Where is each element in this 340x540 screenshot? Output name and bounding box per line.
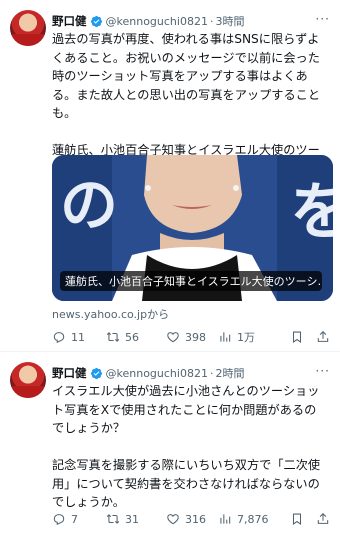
- retweet-icon: [106, 332, 120, 342]
- action-bar: 7 31 316 7,876: [52, 510, 330, 528]
- action-bar: 11 56 398 1万: [52, 328, 330, 346]
- tweet[interactable]: 野口健 @kennoguchi0821 · 2時間 ··· イスラエル大使が過去…: [0, 352, 340, 540]
- like-count: 398: [185, 330, 206, 344]
- tweet-text: イスラエル大使が過去に小池さんとのツーショット写真をXで使用されたことに何か問題…: [52, 384, 321, 509]
- bookmark-icon[interactable]: [290, 512, 304, 526]
- analytics-icon: [220, 332, 231, 342]
- avatar[interactable]: [10, 10, 46, 46]
- author-name[interactable]: 野口健: [52, 13, 87, 29]
- reply-icon: [53, 514, 65, 526]
- reply-count: 7: [71, 512, 78, 526]
- more-options-icon[interactable]: ···: [316, 12, 330, 26]
- retweet-count: 56: [125, 330, 139, 344]
- bookmark-icon[interactable]: [290, 330, 304, 344]
- verified-badge-icon: [90, 15, 102, 27]
- share-icon[interactable]: [316, 330, 330, 344]
- like-button[interactable]: 398: [166, 330, 218, 344]
- link-card[interactable]: の を 蓮舫氏、小池百合子知事とイスラエル大使のツーシ…: [52, 155, 333, 301]
- reply-button[interactable]: 11: [52, 330, 106, 344]
- svg-text:を: を: [290, 175, 333, 248]
- separator-dot: ·: [209, 14, 214, 28]
- action-bar-right: [290, 330, 330, 344]
- retweet-count: 31: [125, 512, 139, 526]
- retweet-button[interactable]: 31: [106, 512, 166, 526]
- timestamp[interactable]: 3時間: [215, 13, 244, 29]
- author-handle[interactable]: @kennoguchi0821: [106, 15, 208, 28]
- more-options-icon[interactable]: ···: [316, 364, 330, 378]
- tweet[interactable]: 野口健 @kennoguchi0821 · 3時間 ··· 過去の写真が再度、使…: [0, 0, 340, 351]
- verified-badge-icon: [90, 367, 102, 379]
- reply-count: 11: [71, 330, 85, 344]
- like-button[interactable]: 316: [166, 512, 218, 526]
- share-icon[interactable]: [316, 512, 330, 526]
- svg-text:の: の: [60, 171, 118, 239]
- heart-icon: [167, 332, 179, 343]
- author-name[interactable]: 野口健: [52, 365, 87, 381]
- link-source[interactable]: news.yahoo.co.jpから: [52, 306, 169, 322]
- retweet-icon: [106, 514, 120, 524]
- avatar[interactable]: [10, 362, 46, 398]
- retweet-button[interactable]: 56: [106, 330, 166, 344]
- views-button[interactable]: 7,876: [218, 512, 280, 526]
- timestamp[interactable]: 2時間: [215, 365, 244, 381]
- tweet-header: 野口健 @kennoguchi0821 · 2時間 ···: [52, 364, 330, 382]
- view-count: 1万: [237, 331, 255, 344]
- card-title: 蓮舫氏、小池百合子知事とイスラエル大使のツーシ…: [60, 271, 322, 291]
- view-count: 7,876: [237, 512, 269, 526]
- reply-icon: [53, 332, 65, 344]
- heart-icon: [167, 514, 179, 525]
- views-button[interactable]: 1万: [218, 329, 280, 345]
- separator-dot: ·: [209, 366, 214, 380]
- like-count: 316: [185, 512, 206, 526]
- tweet-header: 野口健 @kennoguchi0821 · 3時間 ···: [52, 12, 330, 30]
- analytics-icon: [220, 514, 231, 524]
- author-handle[interactable]: @kennoguchi0821: [106, 367, 208, 380]
- action-bar-right: [290, 512, 330, 526]
- reply-button[interactable]: 7: [52, 512, 106, 526]
